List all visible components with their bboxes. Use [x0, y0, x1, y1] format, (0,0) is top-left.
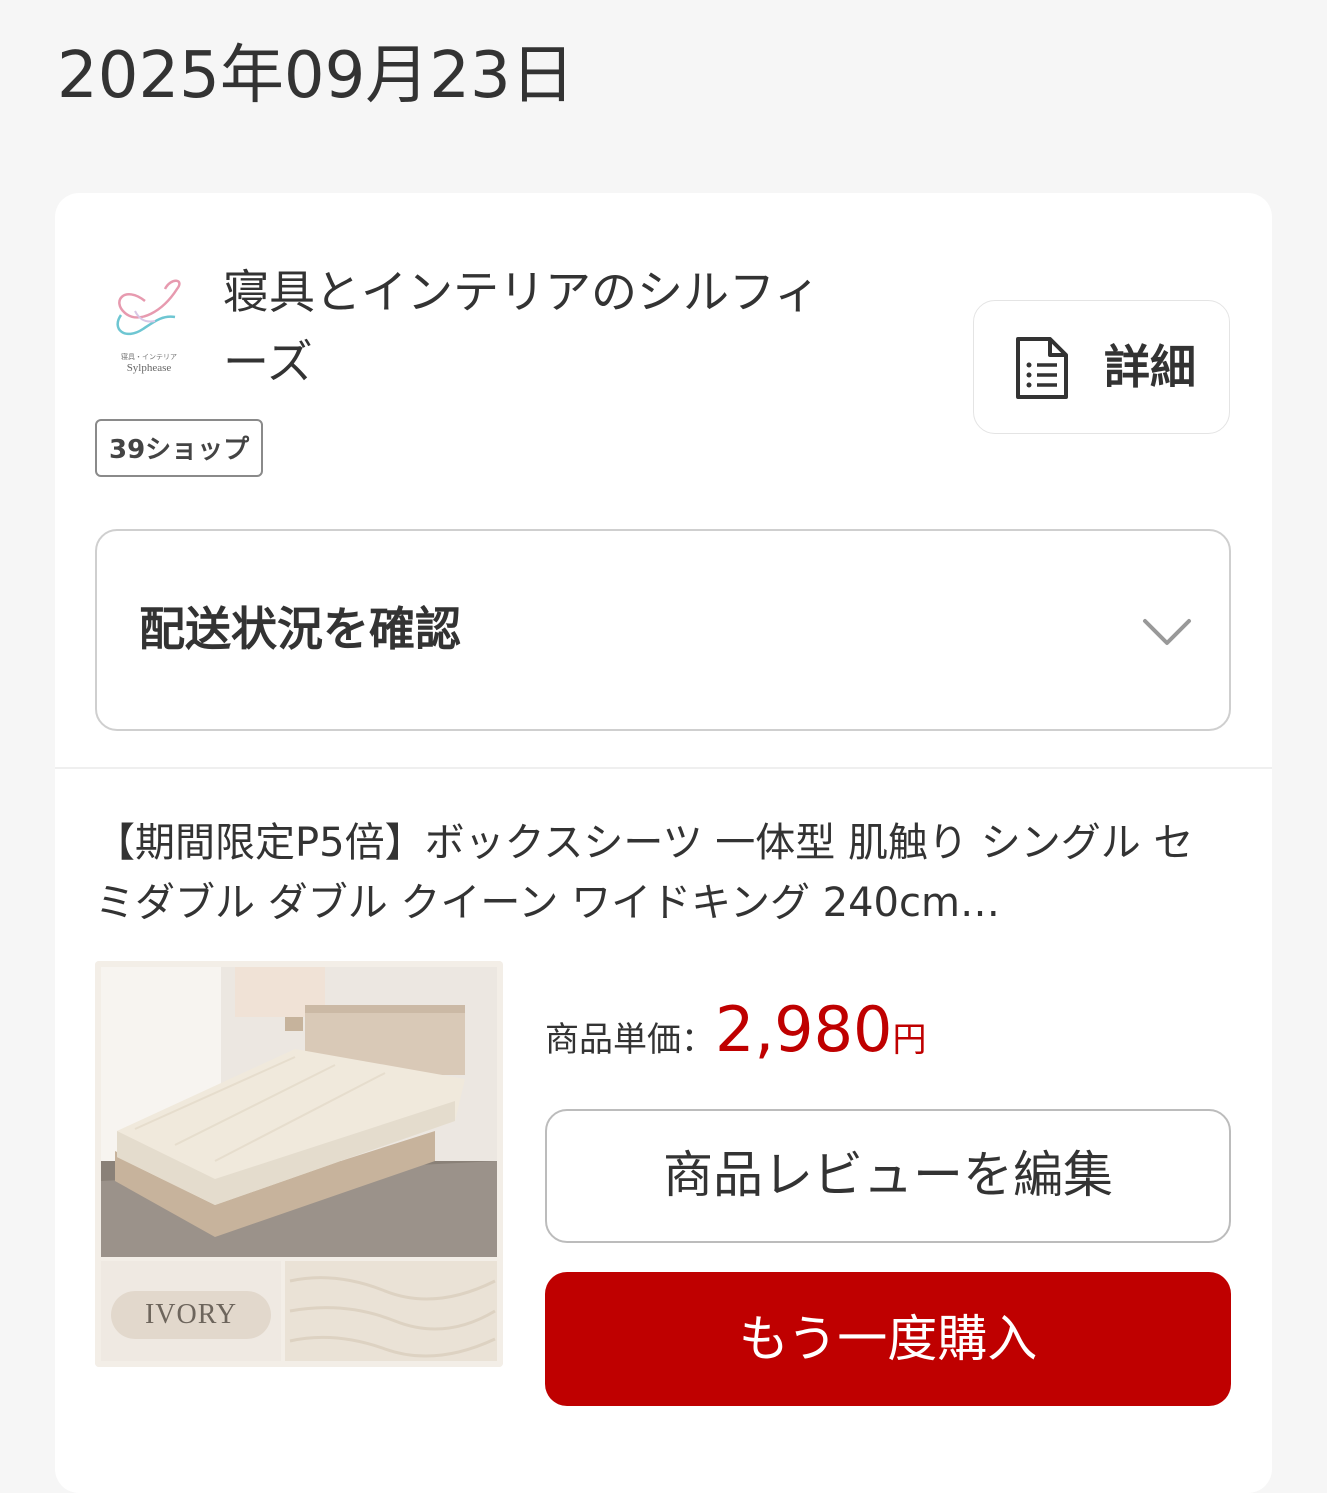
price-label: 商品単価： [545, 1020, 715, 1060]
detail-button[interactable]: 詳細 [973, 300, 1230, 434]
shop-logo-subtext: 寝具・インテリア [121, 352, 177, 361]
shop-logo[interactable]: 寝具・インテリア Sylphease [105, 271, 193, 379]
order-card: 寝具・インテリア Sylphease 寝具とインテリアのシルフィーズ 39ショッ… [55, 193, 1272, 1493]
product-title[interactable]: 【期間限定P5倍】ボックスシーツ 一体型 肌触り シングル セミダブル ダブル … [95, 813, 1215, 933]
shop-badge: 39ショップ [95, 419, 264, 477]
shop-name[interactable]: 寝具とインテリアのシルフィーズ [223, 257, 823, 397]
price-unit: 円 [892, 1020, 927, 1060]
product-image[interactable]: IVORY [95, 961, 503, 1367]
order-date: 2025年09月23日 [57, 39, 575, 113]
shipping-status-label: 配送状況を確認 [139, 602, 461, 656]
shop-logo-text: Sylphease [127, 362, 172, 374]
section-divider [55, 767, 1272, 769]
shipping-status-accordion[interactable]: 配送状況を確認 [95, 529, 1231, 731]
buy-again-button[interactable]: もう一度購入 [545, 1272, 1231, 1406]
price-value: 2,980 [715, 993, 893, 1066]
detail-button-label: 詳細 [1104, 340, 1196, 394]
price-row: 商品単価：2,980円 [545, 993, 927, 1073]
edit-review-button[interactable]: 商品レビューを編集 [545, 1109, 1231, 1243]
document-list-icon [1016, 337, 1068, 399]
image-color-label: IVORY [144, 1299, 238, 1330]
chevron-down-icon [1143, 619, 1191, 645]
